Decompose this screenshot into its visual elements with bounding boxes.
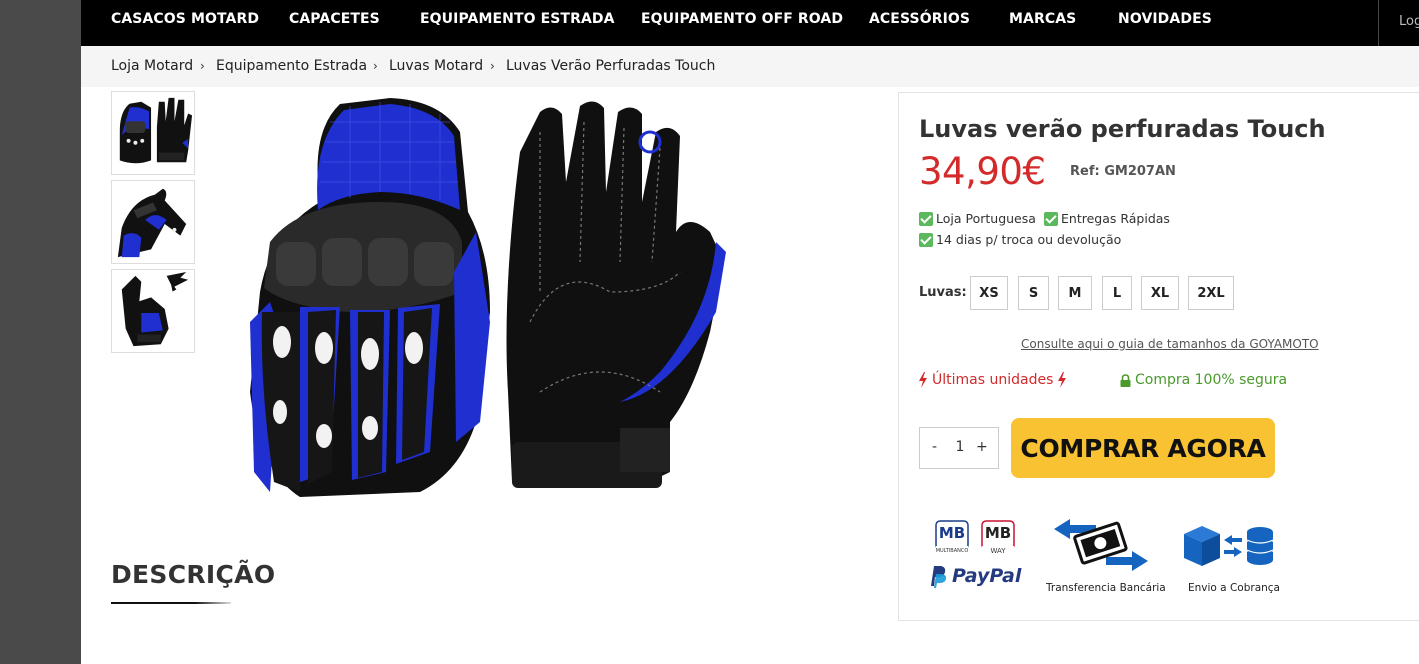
size-option-l[interactable]: L bbox=[1102, 276, 1132, 310]
perk-label: Loja Portuguesa bbox=[936, 211, 1036, 226]
main-nav: CASACOS MOTARD CAPACETES EQUIPAMENTO EST… bbox=[81, 0, 1419, 46]
nav-item-equipamento-estrada[interactable]: EQUIPAMENTO ESTRADA bbox=[420, 11, 615, 27]
left-gutter bbox=[0, 0, 81, 664]
secure-label: Compra 100% segura bbox=[1135, 372, 1288, 388]
chevron-right-icon: › bbox=[373, 59, 378, 73]
paypal-logo: PayPal bbox=[927, 564, 1021, 588]
lightning-icon bbox=[1058, 372, 1067, 388]
multibanco-caption: MULTIBANCO bbox=[935, 548, 969, 554]
size-option-m[interactable]: M bbox=[1058, 276, 1092, 310]
mbway-mark: MB bbox=[984, 524, 1012, 542]
size-option-xs[interactable]: XS bbox=[970, 276, 1008, 310]
lightning-icon bbox=[919, 372, 927, 388]
cash-on-delivery-icon bbox=[1184, 526, 1274, 566]
breadcrumb-current: Luvas Verão Perfuradas Touch bbox=[506, 58, 716, 74]
perk-fast-delivery: Entregas Rápidas bbox=[1044, 211, 1170, 226]
perk-label: Entregas Rápidas bbox=[1061, 211, 1170, 226]
last-units-label: Últimas unidades bbox=[932, 372, 1054, 388]
size-label: Luvas: bbox=[919, 285, 967, 300]
multibanco-mark: MB bbox=[938, 524, 966, 542]
blue-black-glove-pair-image bbox=[250, 98, 726, 497]
breadcrumb-item-equipamento-estrada[interactable]: Equipamento Estrada bbox=[216, 58, 367, 74]
multibanco-logo: MB MULTIBANCO bbox=[935, 520, 969, 556]
quantity-stepper: - 1 + bbox=[919, 427, 999, 469]
glove-hand-thumb-icon bbox=[121, 271, 189, 347]
product-title: Luvas verão perfuradas Touch bbox=[919, 115, 1326, 143]
last-units-notice: Últimas unidades bbox=[918, 372, 1067, 388]
product-thumbnail-2[interactable] bbox=[111, 180, 195, 264]
description-underline bbox=[111, 602, 231, 604]
quantity-decrease-button[interactable]: - bbox=[932, 439, 937, 455]
size-option-2xl[interactable]: 2XL bbox=[1188, 276, 1234, 310]
check-icon bbox=[919, 211, 933, 226]
nav-item-acessorios[interactable]: ACESSÓRIOS bbox=[869, 11, 970, 27]
bank-transfer-caption: Transferencia Bancária bbox=[1046, 582, 1166, 594]
check-icon bbox=[919, 232, 933, 247]
secure-purchase-notice: Compra 100% segura bbox=[1120, 372, 1287, 388]
product-ref: Ref: GM207AN bbox=[1070, 164, 1176, 179]
glove-pair-thumb-icon bbox=[119, 97, 193, 164]
quantity-input[interactable]: 1 bbox=[953, 439, 967, 455]
paypal-wordmark: PayPal bbox=[952, 565, 1022, 587]
breadcrumb-item-loja-motard[interactable]: Loja Motard bbox=[111, 58, 193, 74]
product-main-image[interactable] bbox=[240, 92, 740, 512]
size-option-xl[interactable]: XL bbox=[1141, 276, 1179, 310]
mbway-logo: MB WAY bbox=[981, 520, 1015, 556]
breadcrumb: Loja Motard › Equipamento Estrada › Luva… bbox=[81, 46, 1419, 87]
product-price: 34,90€ bbox=[919, 150, 1046, 193]
product-thumbnail-1[interactable] bbox=[111, 91, 195, 175]
breadcrumb-item-luvas-motard[interactable]: Luvas Motard bbox=[389, 58, 483, 74]
size-option-s[interactable]: S bbox=[1018, 276, 1049, 310]
cash-on-delivery-caption: Envio a Cobrança bbox=[1188, 582, 1280, 594]
chevron-right-icon: › bbox=[490, 59, 495, 73]
glove-side-thumb-icon bbox=[117, 188, 187, 258]
nav-divider bbox=[1378, 0, 1379, 46]
check-icon bbox=[1044, 211, 1058, 226]
quantity-increase-button[interactable]: + bbox=[976, 439, 988, 455]
nav-item-casacos-motard[interactable]: CASACOS MOTARD bbox=[111, 11, 259, 27]
nav-item-novidades[interactable]: NOVIDADES bbox=[1118, 11, 1212, 27]
nav-item-capacetes[interactable]: CAPACETES bbox=[289, 11, 380, 27]
buy-now-button[interactable]: COMPRAR AGORA bbox=[1011, 418, 1275, 478]
perk-label: 14 dias p/ troca ou devolução bbox=[936, 232, 1122, 247]
size-guide-link[interactable]: Consulte aqui o guia de tamanhos da GOYA… bbox=[1021, 337, 1319, 351]
mbway-caption: WAY bbox=[990, 547, 1006, 555]
paypal-icon bbox=[931, 566, 947, 588]
product-thumbnail-3[interactable] bbox=[111, 269, 195, 353]
chevron-right-icon: › bbox=[200, 59, 205, 73]
description-title: DESCRIÇÃO bbox=[111, 560, 276, 589]
bank-transfer-icon bbox=[1054, 519, 1148, 571]
lock-icon bbox=[1120, 373, 1131, 387]
perk-returns: 14 dias p/ troca ou devolução bbox=[919, 232, 1121, 247]
nav-item-equipamento-off-road[interactable]: EQUIPAMENTO OFF ROAD bbox=[641, 11, 843, 27]
nav-item-marcas[interactable]: MARCAS bbox=[1009, 11, 1076, 27]
perk-portuguese-store: Loja Portuguesa bbox=[919, 211, 1036, 226]
login-link[interactable]: Log bbox=[1399, 14, 1419, 29]
